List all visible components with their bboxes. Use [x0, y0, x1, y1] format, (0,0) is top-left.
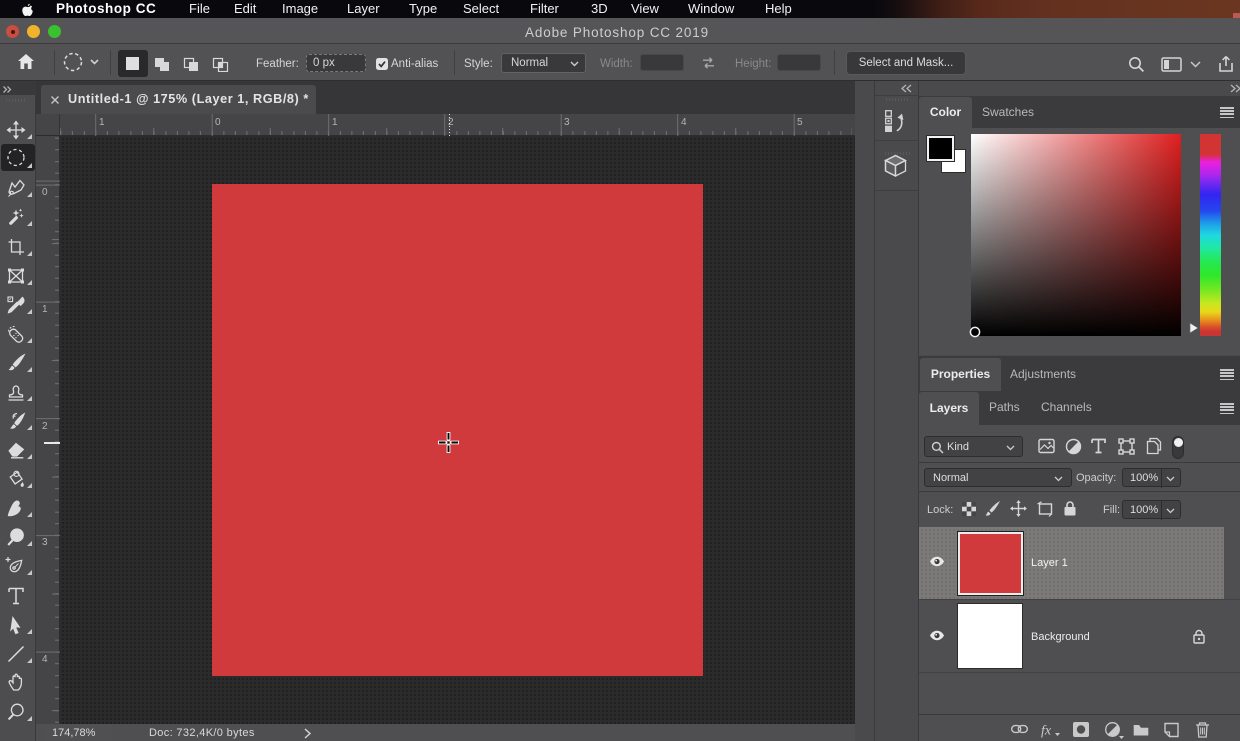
svg-text:fx: fx	[1041, 724, 1052, 739]
